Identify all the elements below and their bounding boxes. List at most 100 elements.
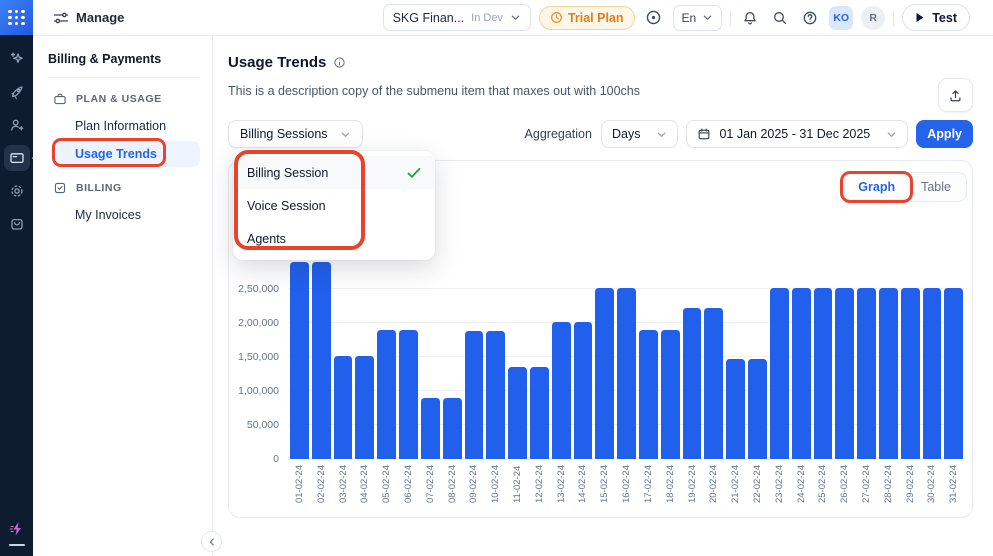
bar-24-02-24 bbox=[792, 288, 811, 459]
x-tick: 20-02-24 bbox=[704, 465, 723, 503]
x-tick: 28-02-24 bbox=[879, 465, 898, 503]
metric-dropdown-trigger[interactable]: Billing Sessions bbox=[228, 120, 363, 148]
bar-18-02-24 bbox=[661, 330, 680, 459]
rail-item-launch[interactable] bbox=[4, 79, 30, 105]
bar-02-02-24 bbox=[312, 262, 331, 459]
info-icon[interactable] bbox=[333, 56, 346, 69]
x-tick-label: 07-02-24 bbox=[425, 465, 436, 503]
x-tick-label: 25-02-24 bbox=[817, 465, 828, 503]
bar-16-02-24 bbox=[617, 288, 636, 459]
rail-bottom-indicator bbox=[9, 544, 25, 547]
x-tick-label: 26-02-24 bbox=[839, 465, 850, 503]
help-icon[interactable] bbox=[799, 7, 821, 29]
shopping-bag-icon bbox=[9, 216, 25, 232]
divider bbox=[730, 10, 731, 26]
test-button[interactable]: Test bbox=[902, 4, 970, 31]
date-range-picker[interactable]: 01 Jan 2025 - 31 Dec 2025 bbox=[686, 120, 908, 148]
test-label: Test bbox=[932, 11, 957, 25]
gear-icon bbox=[9, 183, 25, 199]
x-tick: 05-02-24 bbox=[377, 465, 396, 503]
x-tick-label: 02-02-24 bbox=[316, 465, 327, 503]
trial-plan-badge[interactable]: Trial Plan bbox=[539, 6, 635, 30]
rail-item-settings[interactable] bbox=[4, 178, 30, 204]
bar-12-02-24 bbox=[530, 367, 549, 459]
x-tick-label: 14-02-24 bbox=[577, 465, 588, 503]
sidebar-item-usage-trends[interactable]: Usage Trends bbox=[56, 141, 200, 167]
user-plus-icon bbox=[9, 117, 25, 133]
export-button[interactable] bbox=[938, 78, 973, 112]
manage-nav[interactable]: Manage bbox=[53, 10, 124, 25]
aggregation-select[interactable]: Days bbox=[601, 120, 678, 148]
sparkles-icon bbox=[9, 51, 25, 67]
menu-item-agents[interactable]: Agents bbox=[233, 222, 435, 255]
bar-31-02-24 bbox=[944, 288, 963, 459]
invoice-check-icon bbox=[53, 181, 67, 195]
x-tick-label: 24-02-24 bbox=[796, 465, 807, 503]
bar-19-02-24 bbox=[683, 308, 702, 459]
chevron-down-icon bbox=[340, 129, 351, 140]
rail-item-ai[interactable] bbox=[4, 46, 30, 72]
view-toggle-graph[interactable]: Graph bbox=[845, 175, 908, 199]
bar-30-02-24 bbox=[923, 288, 942, 459]
flash-boost-icon[interactable] bbox=[8, 520, 26, 538]
x-tick: 18-02-24 bbox=[661, 465, 680, 503]
x-tick-label: 21-02-24 bbox=[730, 465, 741, 503]
x-tick-label: 11-02-24 bbox=[512, 465, 523, 503]
bell-icon[interactable] bbox=[739, 7, 761, 29]
bar-15-02-24 bbox=[595, 288, 614, 459]
sidebar-section-billing: BILLING bbox=[53, 181, 198, 195]
x-tick-label: 22-02-24 bbox=[752, 465, 763, 503]
menu-item-label: Agents bbox=[247, 232, 286, 246]
page-description: This is a description copy of the submen… bbox=[228, 84, 640, 98]
sidebar-collapse-button[interactable] bbox=[201, 531, 222, 552]
org-selector[interactable]: SKG Finan... In Dev bbox=[383, 4, 531, 31]
sidebar-item-plan-information[interactable]: Plan Information bbox=[56, 113, 200, 139]
active-pointer bbox=[27, 153, 38, 163]
sidebar-item-label: Usage Trends bbox=[75, 147, 157, 161]
bar-22-02-24 bbox=[748, 359, 767, 459]
main-content: Usage Trends This is a description copy … bbox=[213, 36, 993, 556]
user-avatar[interactable]: R bbox=[861, 6, 885, 30]
y-tick-label: 2,50,000 bbox=[238, 283, 279, 295]
y-tick-label: 1,00,000 bbox=[238, 385, 279, 397]
menu-item-label: Voice Session bbox=[247, 199, 326, 213]
x-tick: 14-02-24 bbox=[574, 465, 593, 503]
sidebar-item-my-invoices[interactable]: My Invoices bbox=[56, 202, 200, 228]
bar-27-02-24 bbox=[857, 288, 876, 459]
x-tick-label: 05-02-24 bbox=[381, 465, 392, 503]
menu-item-voice-session[interactable]: Voice Session bbox=[233, 189, 435, 222]
x-tick: 09-02-24 bbox=[465, 465, 484, 503]
menu-item-billing-session[interactable]: Billing Session bbox=[233, 156, 435, 189]
x-tick: 11-02-24 bbox=[508, 465, 527, 503]
rail-item-billing[interactable] bbox=[4, 145, 30, 171]
trial-plan-label: Trial Plan bbox=[568, 11, 624, 25]
chart-x-axis: 01-02-2402-02-2403-02-2404-02-2405-02-24… bbox=[289, 465, 964, 503]
app-grid-button[interactable] bbox=[0, 0, 33, 35]
x-tick: 07-02-24 bbox=[421, 465, 440, 503]
org-name: SKG Finan... bbox=[393, 11, 465, 25]
x-tick-label: 10-02-24 bbox=[490, 465, 501, 503]
language-value: En bbox=[682, 11, 697, 25]
rail-item-marketplace[interactable] bbox=[4, 211, 30, 237]
language-selector[interactable]: En bbox=[673, 5, 723, 31]
bar-04-02-24 bbox=[355, 356, 374, 459]
x-tick: 12-02-24 bbox=[530, 465, 549, 503]
x-tick: 15-02-24 bbox=[595, 465, 614, 503]
status-target-icon[interactable] bbox=[643, 7, 665, 29]
view-toggle-table[interactable]: Table bbox=[908, 175, 964, 199]
x-tick-label: 30-02-24 bbox=[926, 465, 937, 503]
x-tick-label: 08-02-24 bbox=[447, 465, 458, 503]
rail-item-users[interactable] bbox=[4, 112, 30, 138]
x-tick-label: 28-02-24 bbox=[883, 465, 894, 503]
apply-button[interactable]: Apply bbox=[916, 120, 973, 148]
x-tick: 25-02-24 bbox=[814, 465, 833, 503]
x-tick: 23-02-24 bbox=[770, 465, 789, 503]
chevron-down-icon bbox=[510, 12, 521, 23]
workspace-avatar[interactable]: KO bbox=[829, 6, 853, 30]
x-tick: 02-02-24 bbox=[312, 465, 331, 503]
search-icon[interactable] bbox=[769, 7, 791, 29]
x-tick-label: 20-02-24 bbox=[708, 465, 719, 503]
manage-label: Manage bbox=[76, 10, 124, 25]
page-title: Usage Trends bbox=[228, 54, 326, 71]
bar-25-02-24 bbox=[814, 288, 833, 459]
